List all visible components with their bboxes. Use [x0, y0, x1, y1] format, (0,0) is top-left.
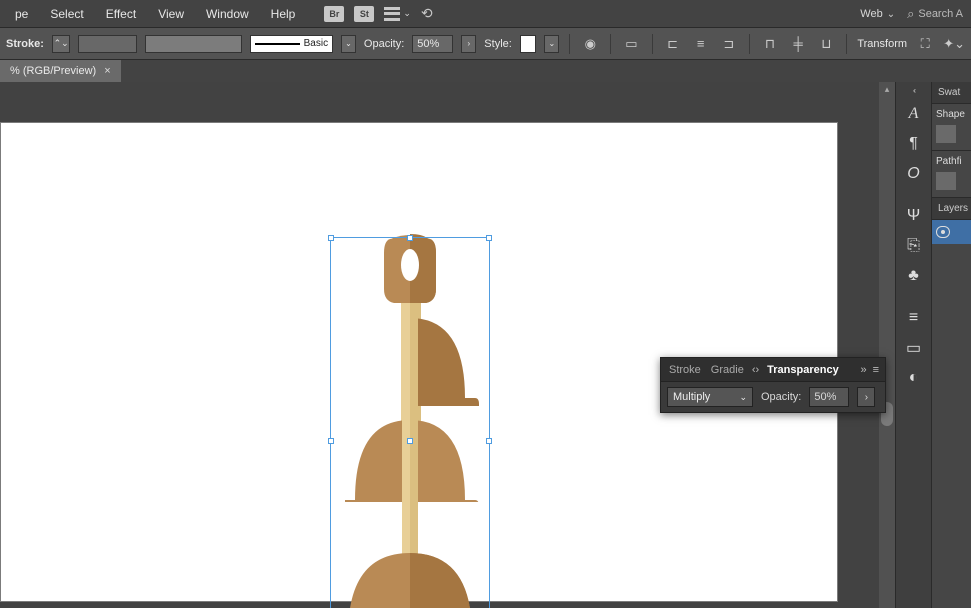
menu-type[interactable]: pe — [4, 0, 39, 27]
dock-collapse-icon[interactable]: ‹‹ — [913, 86, 914, 95]
glyph-panel-icon[interactable]: O — [900, 161, 928, 187]
pathfinder-tool-icon[interactable] — [936, 172, 956, 190]
symbols-panel-icon[interactable]: ⎘ — [900, 233, 928, 259]
align-v-center-icon[interactable]: ╪ — [788, 34, 808, 54]
layer-row[interactable] — [932, 220, 971, 244]
brushes-panel-icon[interactable]: Ψ — [900, 203, 928, 229]
search-input[interactable]: ⌕ Search A — [907, 6, 963, 22]
search-placeholder: Search A — [918, 8, 963, 20]
variable-width-profile[interactable] — [145, 35, 241, 53]
document-tab[interactable]: % (RGB/Preview) × — [0, 60, 121, 82]
tab-gradient[interactable]: Gradie — [709, 364, 746, 376]
stroke-label: Stroke: — [6, 38, 44, 50]
stroke-weight-input[interactable] — [78, 35, 137, 53]
close-tab-icon[interactable]: × — [104, 65, 110, 77]
panel-collapse-icon[interactable]: » — [860, 364, 866, 376]
paragraph-panel-icon[interactable]: ¶ — [900, 131, 928, 157]
options-bar: Stroke: ⌃⌄ Basic ⌄ Opacity: 50% › Style:… — [0, 28, 971, 60]
layers-tab[interactable]: Layers — [932, 198, 971, 220]
tab-stroke[interactable]: Stroke — [667, 364, 703, 376]
menu-effect[interactable]: Effect — [95, 0, 147, 27]
pathfinder-label: Pathfi — [936, 156, 967, 167]
transparency-panel-icon[interactable]: ◐ — [900, 365, 928, 391]
workspace-switcher[interactable]: Web — [860, 8, 895, 20]
stroke-panel-icon[interactable]: ≡ — [900, 305, 928, 331]
brush-definition-dropdown[interactable]: ⌄ — [341, 35, 356, 53]
bridge-icon[interactable]: Br — [324, 6, 344, 22]
align-h-center-icon[interactable]: ≡ — [691, 34, 711, 54]
menu-select[interactable]: Select — [39, 0, 94, 27]
scrollbar-vertical[interactable]: ▴ — [879, 82, 895, 608]
blend-mode-select[interactable]: Multiply ⌄ — [667, 387, 753, 407]
swatches-panel-icon[interactable]: ♣ — [900, 263, 928, 289]
isolate-group-icon[interactable]: ⛶ — [915, 34, 935, 54]
gpu-preview-icon[interactable]: ⟲ — [421, 5, 433, 22]
menu-help[interactable]: Help — [260, 0, 307, 27]
tab-transparency[interactable]: Transparency — [765, 364, 841, 376]
opacity-label: Opacity: — [364, 38, 404, 50]
panel-opacity-flyout[interactable]: › — [857, 387, 875, 407]
recolor-artwork-icon[interactable]: ◉ — [580, 34, 600, 54]
opacity-dropdown[interactable]: › — [461, 35, 476, 53]
graphic-style-swatch[interactable] — [520, 35, 537, 53]
artwork-plunger-svg — [330, 237, 490, 608]
arrange-documents-icon[interactable]: ⌄ — [384, 7, 411, 21]
panel-opacity-label: Opacity: — [761, 391, 801, 403]
panel-strip: Swat Shape Pathfi Layers — [931, 82, 971, 608]
panel-cycle-icon[interactable]: ‹› — [752, 364, 759, 376]
brush-name: Basic — [304, 38, 328, 49]
scroll-up-icon[interactable]: ▴ — [881, 84, 893, 96]
style-label: Style: — [484, 38, 512, 50]
opacity-input[interactable]: 50% — [412, 35, 453, 53]
panel-menu-icon[interactable]: ≡ — [873, 364, 879, 376]
transform-label[interactable]: Transform — [857, 38, 907, 50]
canvas[interactable]: ▴ Stroke Gradie ‹› Transparency » ≡ Mult… — [0, 82, 895, 608]
align-bottom-icon[interactable]: ⊔ — [816, 34, 836, 54]
document-tab-title: % (RGB/Preview) — [10, 65, 96, 77]
blend-mode-value: Multiply — [673, 391, 710, 403]
align-right-icon[interactable]: ⊐ — [719, 34, 739, 54]
swatches-tab[interactable]: Swat — [932, 82, 971, 104]
brush-definition[interactable]: Basic — [250, 35, 333, 53]
menu-window[interactable]: Window — [195, 0, 260, 27]
document-tab-bar: % (RGB/Preview) × — [0, 60, 971, 82]
menu-bar: pe Select Effect View Window Help Br St … — [0, 0, 971, 28]
gradient-panel-icon[interactable]: ▭ — [900, 335, 928, 361]
panel-opacity-input[interactable]: 50% — [809, 387, 849, 407]
align-top-icon[interactable]: ⊓ — [760, 34, 780, 54]
character-panel-icon[interactable]: A — [900, 101, 928, 127]
document-setup-icon[interactable]: ▭ — [621, 34, 641, 54]
visibility-toggle-icon[interactable] — [936, 226, 950, 238]
search-icon: ⌕ — [907, 6, 914, 22]
menu-view[interactable]: View — [147, 0, 195, 27]
edit-contents-icon[interactable]: ✦⌄ — [943, 34, 965, 54]
shape-tool-icon[interactable] — [936, 125, 956, 143]
stock-icon[interactable]: St — [354, 6, 374, 22]
transparency-panel[interactable]: Stroke Gradie ‹› Transparency » ≡ Multip… — [660, 357, 886, 413]
align-left-icon[interactable]: ⊏ — [662, 34, 682, 54]
graphic-style-dropdown[interactable]: ⌄ — [544, 35, 559, 53]
chevron-down-icon: ⌄ — [739, 392, 747, 403]
right-dock: ‹‹ A ¶ O Ψ ⎘ ♣ ≡ ▭ ◐ — [895, 82, 931, 608]
shape-label: Shape — [936, 109, 967, 120]
stroke-weight-stepper[interactable]: ⌃⌄ — [52, 35, 71, 53]
